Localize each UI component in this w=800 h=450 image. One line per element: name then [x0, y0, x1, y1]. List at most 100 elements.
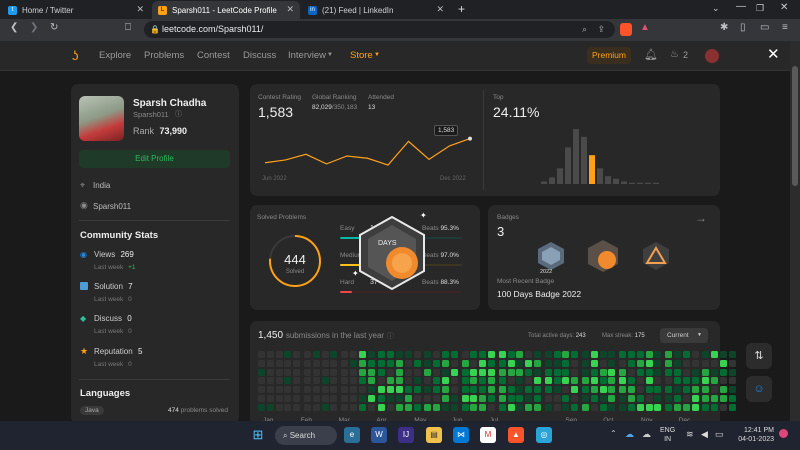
heatmap-cell[interactable] [590, 386, 598, 394]
heatmap-cell[interactable] [691, 351, 699, 358]
file-explorer-icon[interactable]: ▤ [426, 427, 442, 443]
heatmap-cell[interactable] [562, 395, 570, 402]
heatmap-cell[interactable] [711, 403, 719, 411]
heatmap-cell[interactable] [387, 403, 395, 411]
heatmap-cell[interactable] [350, 359, 357, 367]
heatmap-cell[interactable] [711, 359, 719, 367]
heatmap-cell[interactable] [636, 351, 644, 358]
heatmap-cell[interactable] [424, 351, 432, 358]
heatmap-cell[interactable] [562, 377, 570, 385]
heatmap-cell[interactable] [654, 359, 662, 367]
heatmap-cell[interactable] [258, 403, 265, 411]
nav-explore[interactable]: Explore [99, 50, 131, 61]
heatmap-cell[interactable] [266, 359, 274, 367]
heatmap-cell[interactable] [424, 368, 432, 376]
heatmap-cell[interactable] [358, 395, 366, 402]
heatmap-cell[interactable] [321, 351, 329, 358]
heatmap-cell[interactable] [590, 368, 598, 376]
window-close-icon[interactable]: ✕ [780, 2, 788, 13]
heatmap-cell[interactable] [479, 359, 487, 367]
heatmap-cell[interactable] [293, 377, 301, 385]
heatmap-cell[interactable] [682, 386, 690, 394]
heatmap-cell[interactable] [378, 351, 386, 358]
heatmap-cell[interactable] [498, 403, 506, 411]
heatmap-cell[interactable] [720, 368, 727, 376]
intellij-icon[interactable]: IJ [398, 427, 414, 443]
heatmap-cell[interactable] [665, 377, 673, 385]
heatmap-cell[interactable] [571, 368, 579, 376]
heatmap-cell[interactable] [321, 395, 329, 402]
heatmap-cell[interactable] [413, 403, 421, 411]
heatmap-cell[interactable] [728, 368, 736, 376]
heatmap-cell[interactable] [461, 368, 469, 376]
share-icon[interactable]: ⇪ [597, 21, 605, 38]
heatmap-cell[interactable] [619, 386, 627, 394]
heatmap-cell[interactable] [599, 403, 607, 411]
heatmap-cell[interactable] [358, 377, 366, 385]
heatmap-cell[interactable] [608, 351, 616, 358]
heatmap-cell[interactable] [367, 377, 375, 385]
close-overlay-icon[interactable]: ✕ [767, 45, 780, 63]
heatmap-cell[interactable] [378, 395, 386, 402]
app-icon[interactable]: ◎ [536, 427, 552, 443]
heatmap-cell[interactable] [682, 359, 690, 367]
heatmap-cell[interactable] [350, 368, 357, 376]
heatmap-cell[interactable] [284, 403, 292, 411]
volume-icon[interactable]: ◀ [701, 429, 708, 440]
heatmap-cell[interactable] [728, 395, 736, 402]
reload-icon[interactable]: ↻ [50, 22, 58, 33]
tab-linkedin[interactable]: in (21) Feed | LinkedIn ✕ [302, 1, 450, 19]
heatmap-cell[interactable] [665, 403, 673, 411]
heatmap-cell[interactable] [654, 403, 662, 411]
heatmap-cell[interactable] [461, 395, 469, 402]
heatmap-cell[interactable] [608, 377, 616, 385]
heatmap-cell[interactable] [378, 377, 386, 385]
clock[interactable]: 12:41 PM 04-01-2023 [734, 426, 774, 444]
heatmap-cell[interactable] [525, 377, 533, 385]
heatmap-cell[interactable] [544, 403, 552, 411]
heatmap-cell[interactable] [720, 386, 727, 394]
bookmark-icon[interactable]: ⎕ [125, 22, 131, 33]
heatmap-cell[interactable] [665, 351, 673, 358]
heatmap-cell[interactable] [330, 395, 338, 402]
heatmap-cell[interactable] [516, 377, 524, 385]
heatmap-cell[interactable] [674, 359, 681, 367]
brave-shield-icon[interactable] [620, 23, 632, 36]
heatmap-cell[interactable] [728, 386, 736, 394]
heatmap-cell[interactable] [582, 403, 589, 411]
heatmap-cell[interactable] [619, 351, 627, 358]
heatmap-cell[interactable] [304, 359, 311, 367]
heatmap-cell[interactable] [507, 403, 515, 411]
heatmap-cell[interactable] [534, 377, 541, 385]
heatmap-cell[interactable] [628, 351, 635, 358]
heatmap-cell[interactable] [488, 386, 495, 394]
heatmap-cell[interactable] [350, 395, 357, 402]
heatmap-cell[interactable] [553, 395, 561, 402]
heatmap-cell[interactable] [442, 351, 449, 358]
heatmap-cell[interactable] [645, 395, 653, 402]
heatmap-cell[interactable] [358, 351, 366, 358]
heatmap-cell[interactable] [562, 368, 570, 376]
heatmap-cell[interactable] [525, 395, 533, 402]
close-icon[interactable]: ✕ [436, 4, 444, 15]
heatmap-cell[interactable] [702, 403, 710, 411]
heatmap-cell[interactable] [413, 351, 421, 358]
heatmap-cell[interactable] [413, 395, 421, 402]
heatmap-cell[interactable] [682, 377, 690, 385]
heatmap-cell[interactable] [582, 377, 589, 385]
heatmap-cell[interactable] [258, 395, 265, 402]
heatmap-cell[interactable] [293, 403, 301, 411]
heatmap-cell[interactable] [582, 351, 589, 358]
heatmap-cell[interactable] [498, 386, 506, 394]
heatmap-cell[interactable] [330, 386, 338, 394]
heatmap-cell[interactable] [396, 359, 403, 367]
back-icon[interactable]: ❮ [10, 22, 18, 33]
heatmap-cell[interactable] [433, 359, 441, 367]
heatmap-cell[interactable] [304, 351, 311, 358]
heatmap-cell[interactable] [553, 351, 561, 358]
heatmap-cell[interactable] [341, 359, 349, 367]
heatmap-cell[interactable] [442, 359, 449, 367]
onedrive-icon[interactable]: ☁ [625, 429, 634, 440]
nav-discuss[interactable]: Discuss [243, 50, 276, 61]
heatmap-cell[interactable] [293, 368, 301, 376]
